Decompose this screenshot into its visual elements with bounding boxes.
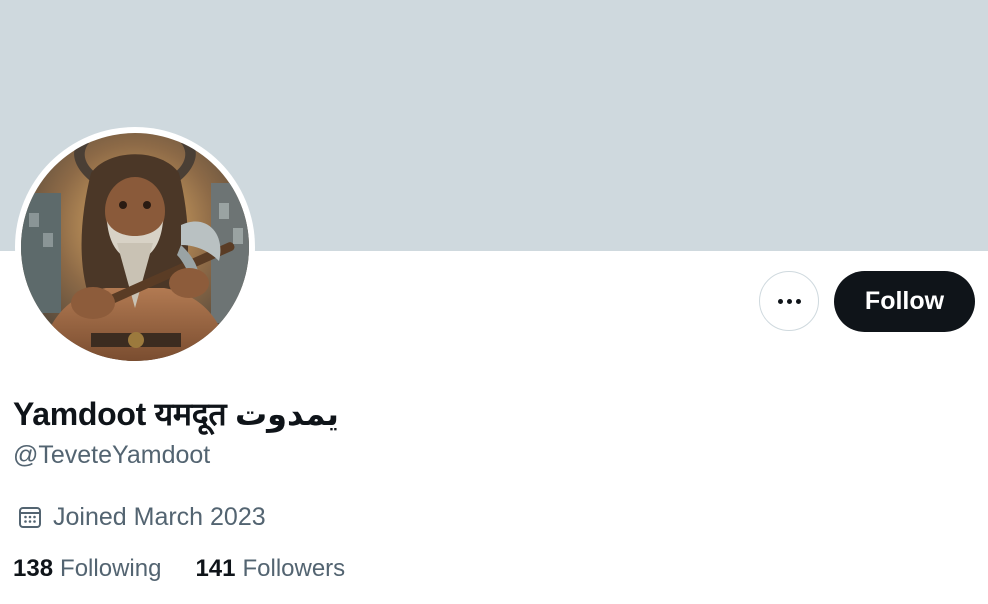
follow-button[interactable]: Follow xyxy=(834,271,975,332)
follow-button-label: Follow xyxy=(864,287,945,315)
joined-date: Joined March 2023 xyxy=(17,501,266,533)
joined-label: Joined March 2023 xyxy=(53,502,266,531)
followers-label: Followers xyxy=(242,555,346,582)
following-label: Following xyxy=(60,555,162,582)
follow-stats: 138 Following 141 Followers xyxy=(13,553,345,585)
following-count: 138 xyxy=(13,555,54,582)
followers-link[interactable]: 141 Followers xyxy=(195,555,345,583)
following-link[interactable]: 138 Following xyxy=(13,555,161,583)
more-horizontal-icon xyxy=(777,298,801,304)
followers-count: 141 xyxy=(195,555,236,582)
username-handle: @TeveteYamdoot xyxy=(13,441,211,469)
calendar-icon xyxy=(17,504,43,530)
more-options-button[interactable] xyxy=(759,271,819,331)
avatar[interactable] xyxy=(21,133,249,361)
display-name: Yamdoot यमदूत يمدوت xyxy=(13,396,339,432)
